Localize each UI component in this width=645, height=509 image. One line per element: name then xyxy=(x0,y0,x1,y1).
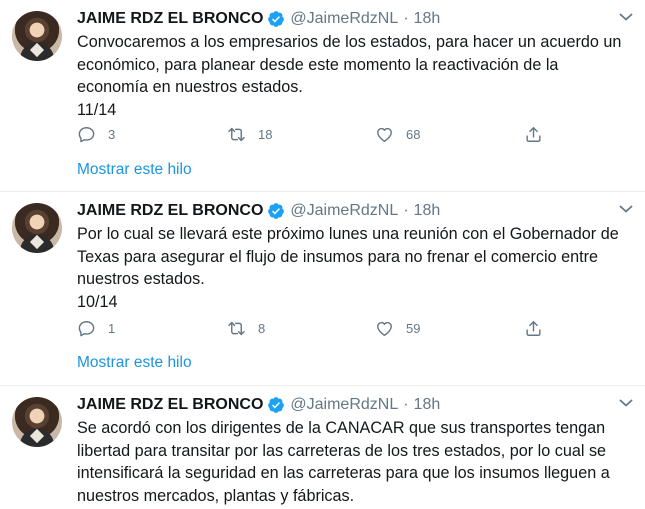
verified-badge-icon xyxy=(268,11,285,27)
retweet-icon xyxy=(228,127,245,142)
author-handle[interactable]: @JaimeRdzNL xyxy=(290,396,398,414)
tweet[interactable]: JAIME RDZ EL BRONCO @JaimeRdzNL · 18h Co… xyxy=(0,0,645,192)
tweet[interactable]: JAIME RDZ EL BRONCO @JaimeRdzNL · 18h Se… xyxy=(0,386,645,509)
share-button[interactable] xyxy=(524,319,543,338)
share-icon xyxy=(526,321,541,336)
tweet-header: JAIME RDZ EL BRONCO @JaimeRdzNL · 18h xyxy=(77,395,440,415)
reply-button[interactable]: 3 xyxy=(77,125,115,144)
chevron-down-icon[interactable] xyxy=(619,398,633,408)
avatar[interactable] xyxy=(12,397,62,447)
reply-button[interactable]: 1 xyxy=(77,319,115,338)
timestamp[interactable]: 18h xyxy=(414,10,441,28)
chevron-down-icon[interactable] xyxy=(619,204,633,214)
tweet-header: JAIME RDZ EL BRONCO @JaimeRdzNL · 18h xyxy=(77,9,440,29)
like-count: 68 xyxy=(406,127,421,142)
timestamp[interactable]: 18h xyxy=(414,396,441,414)
author-handle[interactable]: @JaimeRdzNL xyxy=(290,202,398,220)
share-button[interactable] xyxy=(524,125,543,144)
avatar[interactable] xyxy=(12,11,62,61)
retweet-button[interactable]: 18 xyxy=(227,125,272,144)
reply-count: 3 xyxy=(108,127,116,142)
like-button[interactable]: 59 xyxy=(375,319,420,338)
tweet-text: Se acordó con los dirigentes de la CANAC… xyxy=(77,419,610,505)
tweet-header: JAIME RDZ EL BRONCO @JaimeRdzNL · 18h xyxy=(77,201,440,221)
author-handle[interactable]: @JaimeRdzNL xyxy=(290,10,398,28)
retweet-button[interactable]: 8 xyxy=(227,319,265,338)
reply-count: 1 xyxy=(108,321,116,336)
avatar[interactable] xyxy=(12,203,62,253)
retweet-count: 8 xyxy=(258,321,266,336)
show-thread-link[interactable]: Mostrar este hilo xyxy=(77,354,192,372)
verified-badge-icon xyxy=(268,203,285,219)
separator-dot: · xyxy=(403,10,409,27)
reply-icon xyxy=(78,321,95,337)
tweet-text: Convocaremos a los empresarios de los es… xyxy=(77,33,622,119)
retweet-icon xyxy=(228,321,245,336)
author-name[interactable]: JAIME RDZ EL BRONCO xyxy=(77,10,263,28)
reply-icon xyxy=(78,127,95,143)
tweet[interactable]: JAIME RDZ EL BRONCO @JaimeRdzNL · 18h Po… xyxy=(0,192,645,386)
tweet-actions: 3 18 68 xyxy=(77,125,547,147)
author-name[interactable]: JAIME RDZ EL BRONCO xyxy=(77,396,263,414)
verified-badge-icon xyxy=(268,397,285,413)
separator-dot: · xyxy=(403,202,409,219)
like-count: 59 xyxy=(406,321,421,336)
chevron-down-icon[interactable] xyxy=(619,12,633,22)
tweet-text: Por lo cual se llevará este próximo lune… xyxy=(77,225,619,311)
share-icon xyxy=(526,127,541,142)
like-button[interactable]: 68 xyxy=(375,125,420,144)
author-name[interactable]: JAIME RDZ EL BRONCO xyxy=(77,202,263,220)
retweet-count: 18 xyxy=(258,127,273,142)
like-icon xyxy=(377,321,392,336)
show-thread-link[interactable]: Mostrar este hilo xyxy=(77,161,192,179)
timestamp[interactable]: 18h xyxy=(414,202,441,220)
tweet-actions: 1 8 59 xyxy=(77,319,547,341)
like-icon xyxy=(377,127,392,142)
separator-dot: · xyxy=(403,396,409,413)
